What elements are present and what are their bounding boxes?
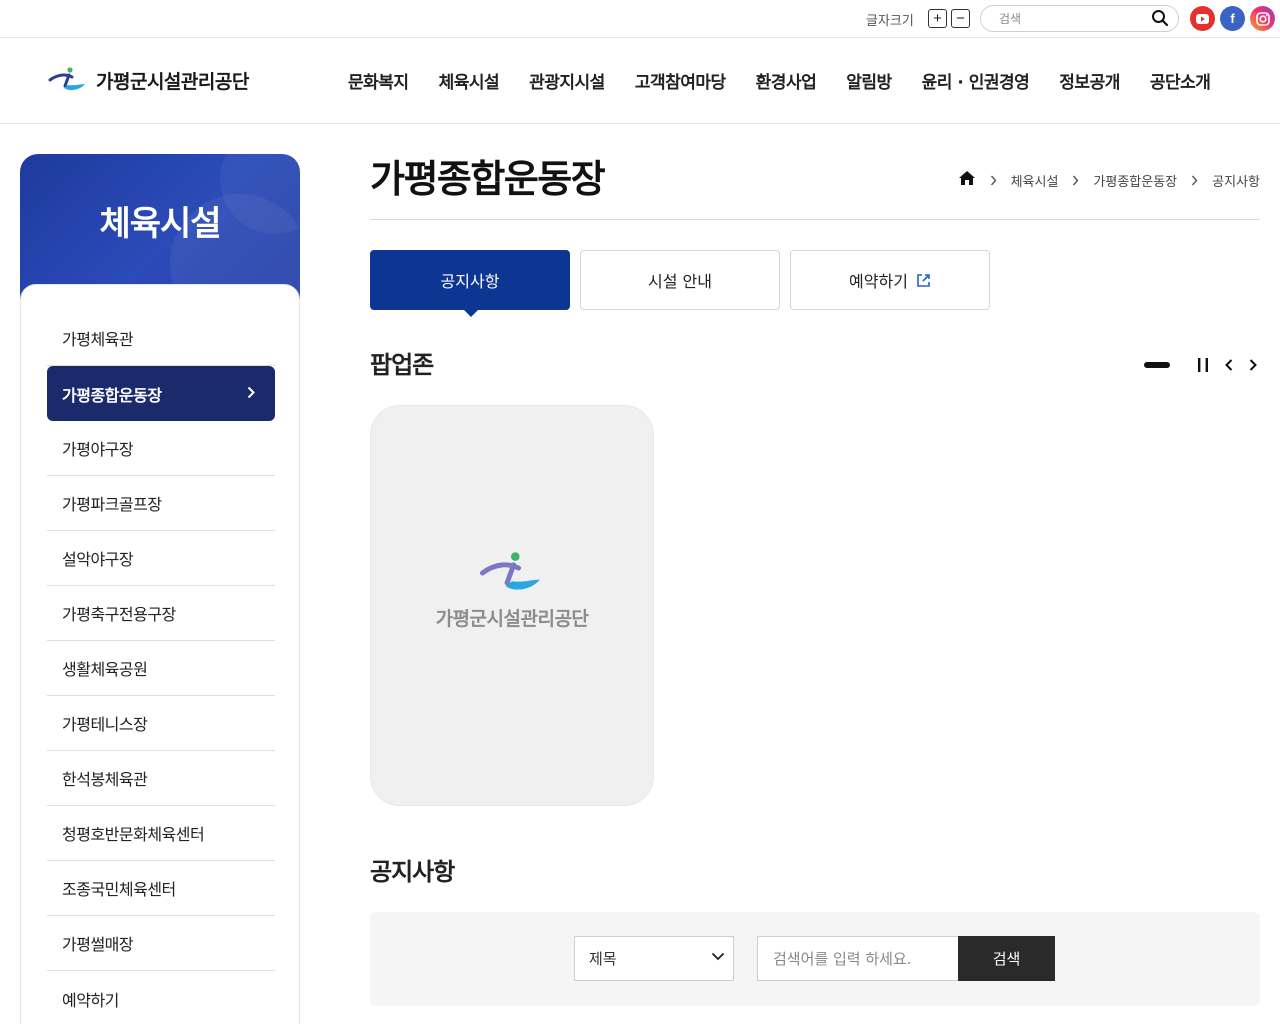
home-icon[interactable] [958,170,976,190]
sidebar-item-label: 가평종합운동장 [62,385,162,405]
sidebar-title: 체육시설 [99,204,221,244]
sidebar-item-reservation[interactable]: 예약하기 [47,971,275,1024]
nav-culture-welfare[interactable]: 문화복지 [333,68,424,93]
top-search-input[interactable] [999,10,1149,28]
top-search-box [980,5,1179,32]
nav-sports-facilities[interactable]: 체육시설 [424,68,515,93]
sidebar-item-hanseokbong-gym[interactable]: 한석봉체육관 [47,751,275,806]
logo-icon [48,67,85,91]
pause-icon[interactable] [1193,354,1213,376]
nav-tourism-facilities[interactable]: 관광지시설 [514,68,620,93]
breadcrumb-current: 공지사항 [1212,174,1260,190]
popup-logo: 가평군시설관리공단 [371,550,653,631]
chevron-right-icon [1073,175,1079,185]
notice-search-box: 제목 검색 [370,912,1260,1006]
tab-label: 예약하기 [849,272,908,291]
popup-logo-text: 가평군시설관리공단 [435,608,589,630]
nav-notices[interactable]: 알림방 [831,68,906,93]
nav-environment[interactable]: 환경사업 [741,68,832,93]
search-field-select-wrap: 제목 [574,936,734,981]
notice-section-title: 공지사항 [370,858,455,886]
sidebar-item-sports-park[interactable]: 생활체육공원 [47,641,275,696]
nav-info-disclosure[interactable]: 정보공개 [1044,68,1135,93]
sidebar-item-cheongpyeong-center[interactable]: 청평호반문화체육센터 [47,806,275,861]
search-field-select[interactable]: 제목 [575,937,733,980]
sidebar-item-soccer-field[interactable]: 가평축구전용구장 [47,586,275,641]
tab-facility-info[interactable]: 시설 안내 [580,250,780,310]
chevron-left-icon[interactable] [1220,354,1238,376]
font-decrease-button[interactable]: − [951,9,970,28]
site-logo[interactable]: 가평군시설관리공단 [48,66,249,94]
breadcrumb: 체육시설 가평종합운동장 공지사항 [958,170,1260,190]
chevron-right-icon [990,175,997,185]
breadcrumb-item[interactable]: 가평종합운동장 [1093,171,1177,190]
main-header: 가평군시설관리공단 문화복지 체육시설 관광지시설 고객참여마당 환경사업 알림… [0,38,1280,124]
tab-notice[interactable]: 공지사항 [370,250,570,317]
chevron-right-icon [1192,175,1198,185]
external-link-icon [916,273,931,288]
sidebar-header: 체육시설 [20,154,300,304]
search-icon[interactable] [1151,9,1169,31]
sidebar-item-baseball-field[interactable]: 가평야구장 [47,421,275,476]
main-nav: 문화복지 체육시설 관광지시설 고객참여마당 환경사업 알림방 윤리 · 인권경… [333,68,1225,93]
sidebar-menu: 가평체육관 가평종합운동장 가평야구장 가평파크골프장 설악야구장 가평축구전용… [20,284,300,1024]
font-increase-button[interactable]: + [928,9,947,28]
popup-card[interactable]: 가평군시설관리공단 [370,405,654,806]
font-size-label: 글자크기 [866,14,914,29]
page-title: 가평종합운동장 [370,157,606,201]
nav-about[interactable]: 공단소개 [1135,68,1226,93]
sidebar-item-gapyeong-gym[interactable]: 가평체육관 [47,311,275,366]
tab-reservation[interactable]: 예약하기 [790,250,990,310]
chevron-right-icon[interactable] [1244,354,1262,376]
sidebar-item-park-golf[interactable]: 가평파크골프장 [47,476,275,531]
sidebar-item-gapyeong-stadium[interactable]: 가평종합운동장 [47,366,275,421]
facebook-icon[interactable]: f [1220,6,1245,31]
nav-customer-participation[interactable]: 고객참여마당 [620,68,741,93]
sidebar-item-tennis[interactable]: 가평테니스장 [47,696,275,751]
breadcrumb-item[interactable]: 체육시설 [1011,171,1059,190]
logo-icon [479,552,540,590]
search-keyword-input[interactable] [757,936,959,981]
logo-text: 가평군시설관리공단 [96,70,249,93]
instagram-icon[interactable] [1250,6,1275,31]
sidebar-item-seorak-baseball[interactable]: 설악야구장 [47,531,275,586]
chevron-right-icon [247,386,255,399]
title-divider [370,219,1260,220]
utility-bar: 글자크기 + − f [0,0,1280,38]
sidebar-item-sled[interactable]: 가평썰매장 [47,916,275,971]
slide-indicator[interactable] [1144,362,1170,368]
popup-zone-title: 팝업존 [370,351,434,379]
sidebar-list: 가평체육관 가평종합운동장 가평야구장 가평파크골프장 설악야구장 가평축구전용… [47,311,275,1024]
sidebar-item-jojong-center[interactable]: 조종국민체육센터 [47,861,275,916]
search-button[interactable]: 검색 [958,936,1055,981]
youtube-icon[interactable] [1190,6,1215,31]
nav-ethics[interactable]: 윤리 · 인권경영 [907,68,1045,93]
